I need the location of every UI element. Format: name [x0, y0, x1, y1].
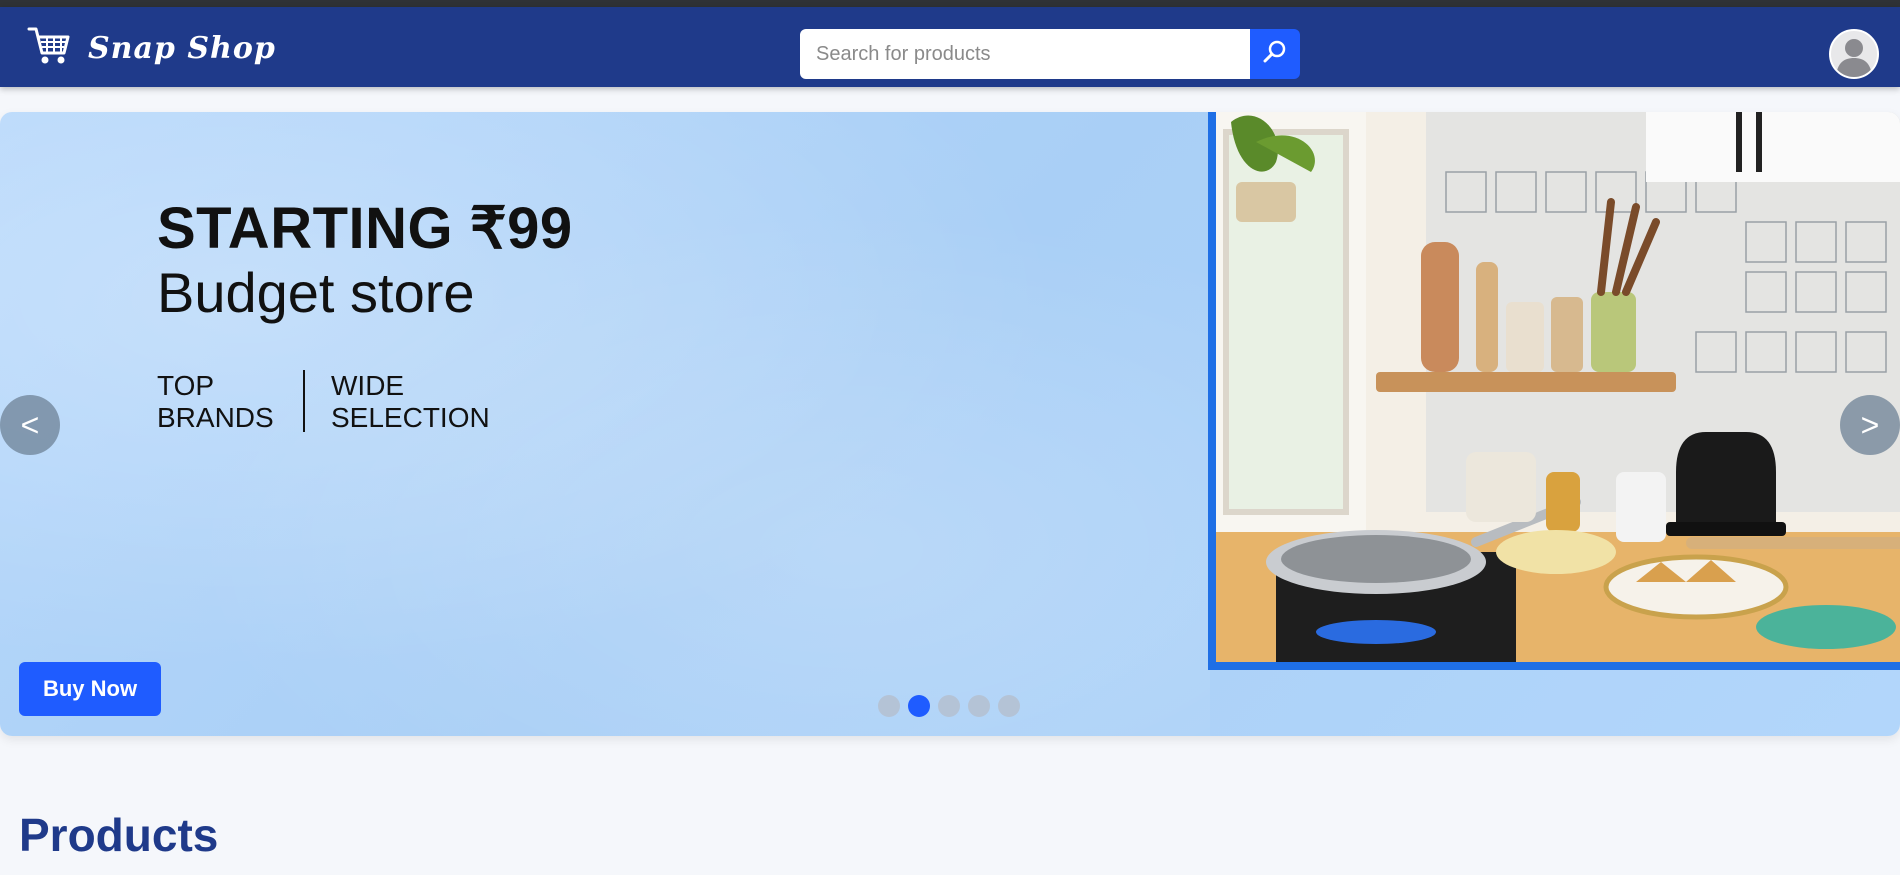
carousel-dot[interactable]	[998, 695, 1020, 717]
search-button[interactable]	[1250, 29, 1300, 79]
carousel-dot[interactable]	[878, 695, 900, 717]
brand-name: Snap Shop	[88, 30, 276, 66]
carousel-dot[interactable]	[938, 695, 960, 717]
hero-carousel: STARTING ₹99 Budget store TOP BRANDS WID…	[0, 112, 1900, 736]
search-input[interactable]	[800, 29, 1250, 79]
banner-tag-top-brands: TOP BRANDS	[157, 370, 274, 433]
carousel-next-button[interactable]: >	[1840, 395, 1900, 455]
search-icon	[1262, 39, 1288, 70]
brand-logo[interactable]: Snap Shop	[26, 25, 276, 71]
navbar: Snap Shop	[0, 7, 1900, 87]
user-avatar-icon	[1831, 39, 1877, 77]
search-bar	[800, 29, 1300, 79]
carousel-prev-button[interactable]: <	[0, 395, 60, 455]
buy-now-button[interactable]: Buy Now	[19, 662, 161, 716]
banner-kitchen-image	[1208, 112, 1900, 670]
banner-tag-wide-selection: WIDE SELECTION	[331, 370, 490, 433]
products-section-title: Products	[19, 809, 219, 861]
banner-subheadline: Budget store	[157, 261, 475, 324]
carousel-indicators	[878, 695, 1020, 717]
banner-tag-divider	[303, 370, 305, 432]
banner-headline: STARTING ₹99	[157, 196, 573, 261]
carousel-dot[interactable]	[968, 695, 990, 717]
shopping-cart-icon	[26, 23, 72, 74]
profile-button[interactable]	[1829, 29, 1879, 79]
window-top-strip	[0, 0, 1900, 7]
carousel-dot[interactable]	[908, 695, 930, 717]
